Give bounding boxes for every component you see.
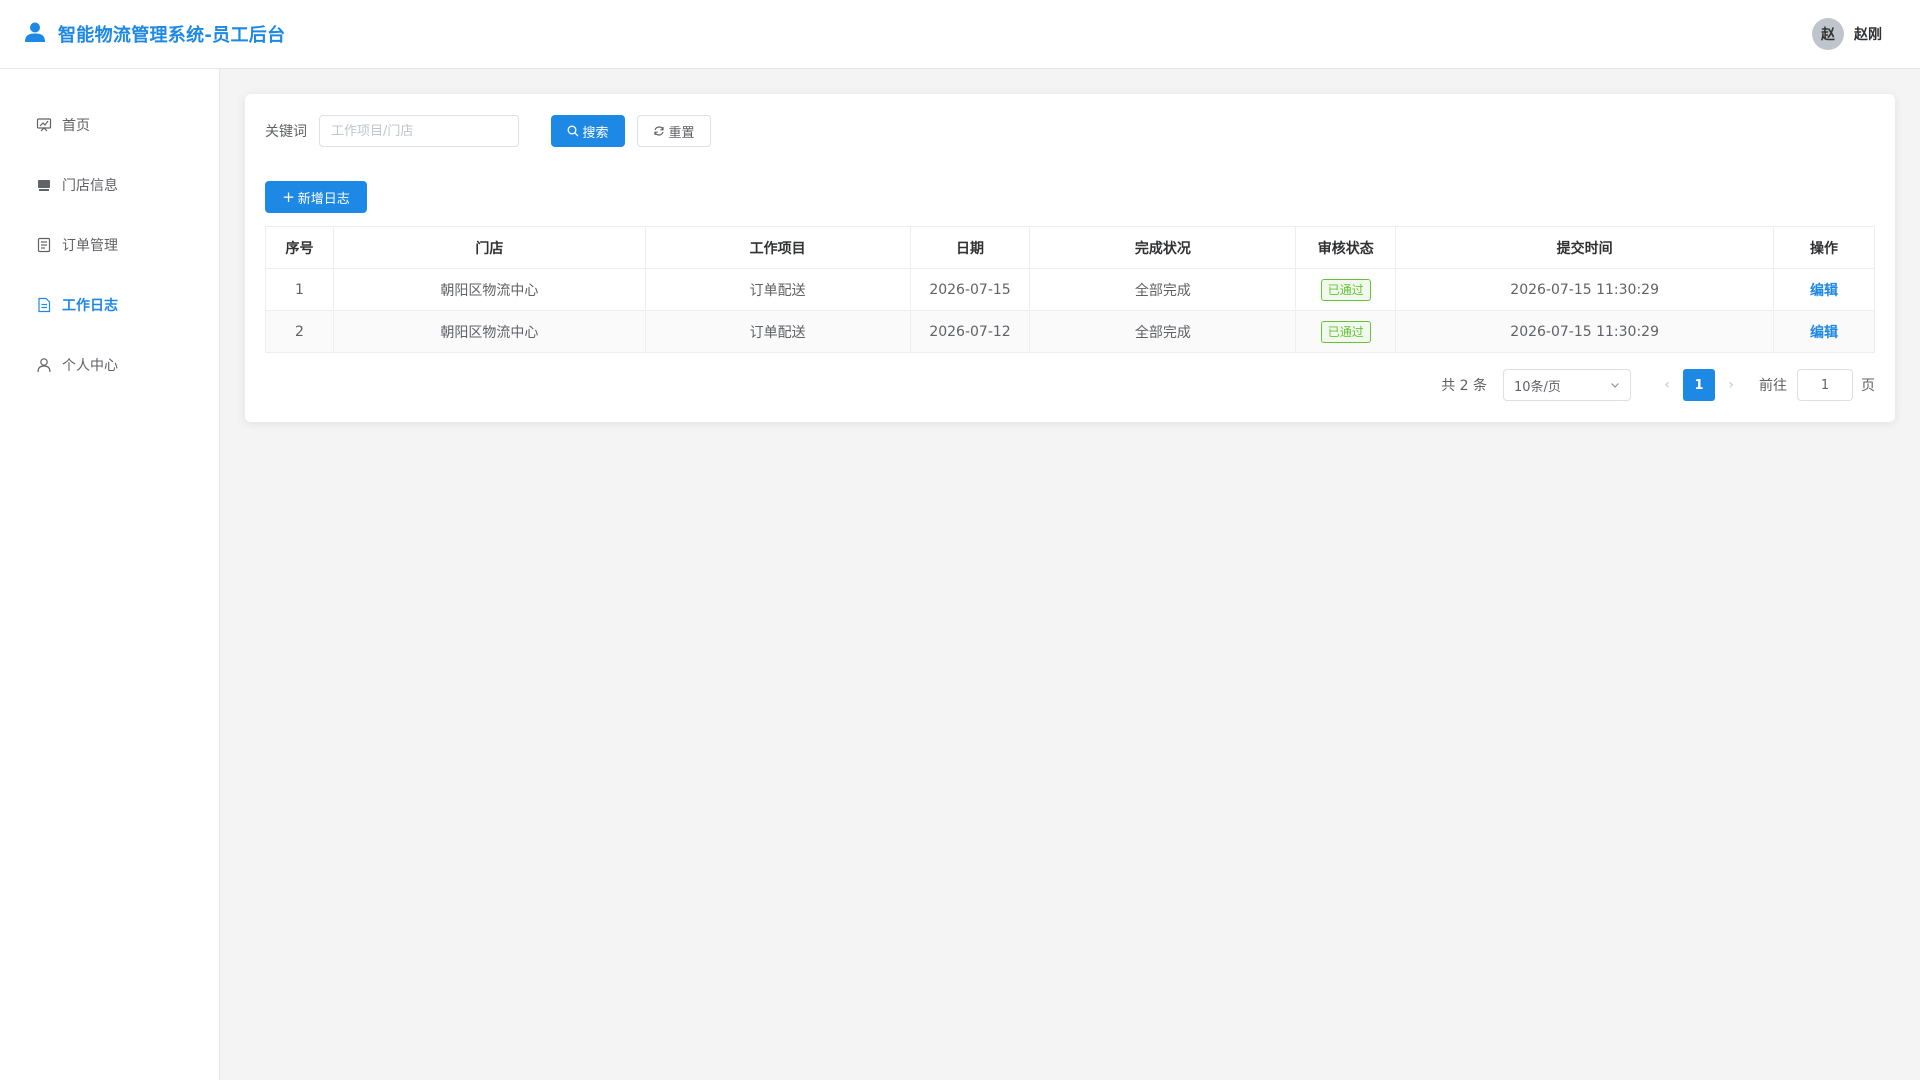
- cell-action: 编辑: [1773, 310, 1875, 353]
- table-row: 2 朝阳区物流中心 订单配送 2026-07-12 全部完成 已通过 2026-…: [265, 310, 1875, 353]
- cell-submitted: 2026-07-15 11:30:29: [1395, 268, 1775, 311]
- cell-store: 朝阳区物流中心: [332, 310, 646, 353]
- user-name[interactable]: 赵刚: [1854, 24, 1882, 44]
- chevron-down-icon: [1611, 383, 1619, 388]
- pagination-total: 共 2 条: [1441, 378, 1487, 394]
- monitor-icon: [36, 118, 52, 132]
- next-page-icon[interactable]: ›: [1723, 377, 1739, 393]
- sidebar-item-label: 个人中心: [62, 358, 118, 374]
- page-size-value: 10条/页: [1514, 379, 1561, 395]
- column-header: 门店: [332, 226, 646, 269]
- cell-completion: 全部完成: [1029, 310, 1297, 353]
- refresh-icon: [654, 126, 665, 136]
- document-icon: [37, 237, 51, 253]
- table-header-row: 序号 门店 工作项目 日期 完成状况 审核状态 提交时间 操作: [265, 226, 1875, 269]
- page-size-select[interactable]: 10条/页: [1503, 369, 1631, 401]
- cell-review: 已通过: [1295, 268, 1397, 311]
- pagination: 共 2 条 10条/页 ‹ 1 › 前往 页: [265, 369, 1875, 401]
- column-header: 提交时间: [1395, 226, 1775, 269]
- store-icon: [38, 180, 50, 191]
- brand: 智能物流管理系统-员工后台: [24, 21, 285, 47]
- worklog-card: 关键词 搜索 重置 + 新增日志 序号 门店 工作项目 日期 完成状况 审核状态…: [245, 94, 1895, 422]
- cell-date: 2026-07-12: [909, 310, 1031, 353]
- prev-page-icon[interactable]: ‹: [1659, 377, 1675, 393]
- reset-button-label: 重置: [668, 125, 695, 141]
- sidebar-item-profile[interactable]: 个人中心: [0, 335, 219, 395]
- add-log-button[interactable]: + 新增日志: [265, 181, 367, 213]
- search-button[interactable]: 搜索: [551, 115, 625, 147]
- reset-button[interactable]: 重置: [637, 115, 711, 147]
- column-header: 序号: [265, 226, 334, 269]
- column-header: 日期: [909, 226, 1031, 269]
- worklog-table: 序号 门店 工作项目 日期 完成状况 审核状态 提交时间 操作 1 朝阳区物流中…: [265, 226, 1875, 353]
- search-icon: [568, 125, 579, 137]
- cell-date: 2026-07-15: [909, 268, 1031, 311]
- search-bar: 关键词 搜索 重置: [265, 115, 1875, 147]
- column-header: 完成状况: [1029, 226, 1297, 269]
- cell-review: 已通过: [1295, 310, 1397, 353]
- plus-icon: +: [282, 187, 295, 206]
- cell-store: 朝阳区物流中心: [332, 268, 646, 311]
- keyword-label: 关键词: [265, 124, 307, 140]
- edit-button[interactable]: 编辑: [1810, 283, 1838, 299]
- cell-action: 编辑: [1773, 268, 1875, 311]
- page-number-current[interactable]: 1: [1683, 369, 1715, 401]
- top-header: 智能物流管理系统-员工后台 赵 赵刚: [0, 0, 1920, 69]
- cell-item: 订单配送: [644, 310, 911, 353]
- log-icon: [38, 297, 51, 313]
- table-row: 1 朝阳区物流中心 订单配送 2026-07-15 全部完成 已通过 2026-…: [265, 268, 1875, 311]
- column-header: 操作: [1773, 226, 1875, 269]
- user-logo-icon: [24, 21, 46, 47]
- column-header: 审核状态: [1295, 226, 1397, 269]
- sidebar-item-home[interactable]: 首页: [0, 95, 219, 155]
- cell-index: 2: [265, 310, 334, 353]
- sidebar-item-worklog[interactable]: 工作日志: [0, 275, 219, 335]
- column-header: 工作项目: [644, 226, 911, 269]
- user-icon: [37, 358, 51, 373]
- sidebar-item-label: 订单管理: [62, 238, 118, 254]
- goto-label: 前往: [1759, 378, 1787, 394]
- avatar[interactable]: 赵: [1812, 18, 1844, 50]
- cell-completion: 全部完成: [1029, 268, 1297, 311]
- edit-button[interactable]: 编辑: [1810, 325, 1838, 341]
- sidebar-item-label: 首页: [62, 118, 90, 134]
- user-menu[interactable]: 赵 赵刚: [1812, 18, 1892, 50]
- sidebar-item-orders[interactable]: 订单管理: [0, 215, 219, 275]
- sidebar-item-label: 工作日志: [62, 298, 118, 314]
- sidebar-item-store[interactable]: 门店信息: [0, 155, 219, 215]
- cell-submitted: 2026-07-15 11:30:29: [1395, 310, 1775, 353]
- keyword-input[interactable]: [319, 115, 519, 147]
- search-button-label: 搜索: [582, 125, 609, 141]
- add-log-button-label: 新增日志: [297, 191, 350, 207]
- status-badge: 已通过: [1320, 320, 1371, 343]
- cell-item: 订单配送: [644, 268, 911, 311]
- cell-index: 1: [265, 268, 334, 311]
- sidebar: 首页 门店信息 订单管理 工作日志 个人中心: [0, 69, 220, 1080]
- status-badge: 已通过: [1320, 278, 1371, 301]
- goto-page-input[interactable]: [1797, 369, 1853, 401]
- sidebar-item-label: 门店信息: [62, 178, 118, 194]
- app-title: 智能物流管理系统-员工后台: [58, 25, 286, 46]
- goto-suffix: 页: [1861, 378, 1875, 394]
